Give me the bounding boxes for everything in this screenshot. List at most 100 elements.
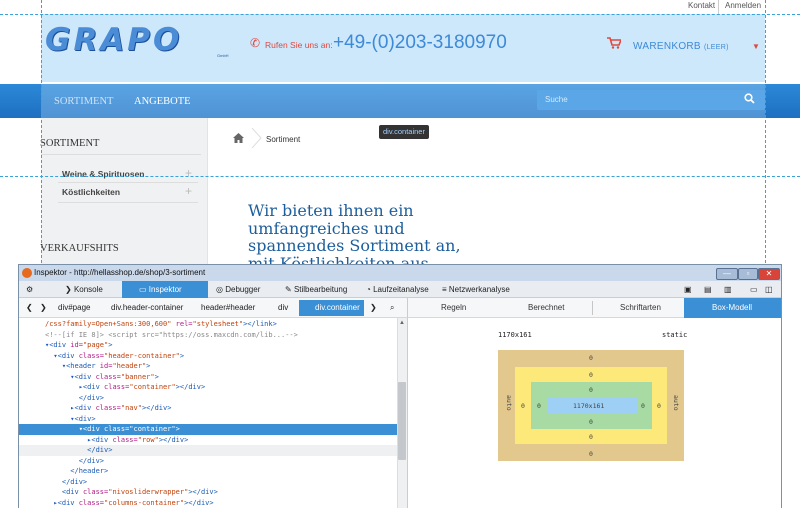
cart-icon[interactable] bbox=[607, 36, 623, 52]
markup-line[interactable]: </div> bbox=[19, 393, 397, 404]
search-input[interactable] bbox=[537, 90, 765, 110]
markup-token: rel= bbox=[171, 320, 193, 328]
markup-line[interactable]: </div> bbox=[19, 477, 397, 488]
guide-line bbox=[0, 14, 800, 15]
markup-view[interactable]: /css?family=Open+Sans:300,600" rel="styl… bbox=[19, 318, 397, 508]
content-size: 1170x161 bbox=[573, 402, 605, 410]
markup-token: class= bbox=[95, 372, 121, 381]
divider bbox=[592, 301, 593, 315]
markup-line[interactable]: </div> bbox=[19, 456, 397, 467]
markup-token: ▸<div bbox=[45, 383, 105, 391]
margin-top: 0 bbox=[589, 354, 593, 362]
markup-token: "page" bbox=[82, 341, 109, 349]
tab-laufzeitanalyse[interactable]: ◔ Laufzeitanalyse bbox=[366, 281, 429, 298]
search-icon[interactable] bbox=[744, 93, 755, 107]
scrollbar-thumb[interactable] bbox=[398, 382, 406, 460]
maximize-button[interactable]: ▫ bbox=[738, 268, 758, 280]
scroll-up-icon[interactable]: ▲ bbox=[399, 320, 405, 326]
markup-line[interactable]: ▾<div class="container"> bbox=[19, 424, 397, 435]
options-icon[interactable]: ▥ bbox=[724, 281, 732, 298]
responsive-icon[interactable]: ▣ bbox=[684, 281, 692, 298]
close-button[interactable]: ✕ bbox=[758, 268, 780, 280]
markup-line[interactable]: ▸<div class="row"></div> bbox=[19, 435, 397, 446]
markup-token: /css?family=Open+Sans:300,600" bbox=[45, 320, 172, 328]
window-title: Inspektor - http://hellasshop.de/shop/3-… bbox=[34, 268, 206, 277]
chevron-right-icon[interactable]: ❯ bbox=[40, 303, 47, 312]
tab-debugger[interactable]: ◎ Debugger bbox=[216, 281, 260, 298]
sidebar-item-weine[interactable]: Weine & Spirituosen bbox=[62, 169, 145, 179]
markup-line[interactable]: <!--[if IE 8]> <script src="https://oss.… bbox=[19, 330, 397, 341]
plus-icon[interactable]: + bbox=[185, 184, 192, 198]
crumb-container[interactable]: div.container bbox=[315, 303, 360, 312]
breadcrumb-separator bbox=[251, 128, 262, 148]
login-link[interactable]: Anmelden bbox=[725, 1, 761, 10]
phone-icon: ✆ bbox=[250, 36, 261, 50]
chevron-right-icon: ❯ bbox=[65, 285, 72, 294]
tab-label: Konsole bbox=[73, 285, 103, 294]
markup-token: > bbox=[146, 362, 151, 370]
markup-token: ></div> bbox=[175, 383, 206, 391]
crumb-header-container[interactable]: div.header-container bbox=[111, 303, 183, 312]
minimize-button[interactable]: — bbox=[716, 268, 738, 280]
sidebar-item-koestlichkeiten[interactable]: Köstlichkeiten bbox=[62, 187, 120, 197]
markup-token: "columns-container" bbox=[104, 498, 185, 507]
markup-token: "stylesheet" bbox=[192, 320, 244, 328]
markup-token: > bbox=[154, 372, 159, 381]
sidebar-title: SORTIMENT bbox=[40, 138, 100, 149]
cart-status: (LEER) bbox=[703, 44, 729, 51]
markup-line[interactable]: /css?family=Open+Sans:300,600" rel="styl… bbox=[19, 319, 397, 330]
markup-token: </header> bbox=[45, 467, 109, 475]
tab-berechnet[interactable]: Berechnet bbox=[528, 303, 564, 312]
search-icon[interactable]: ⌕ bbox=[390, 303, 394, 313]
logo[interactable]: GRAPO bbox=[45, 22, 182, 58]
crumb-page[interactable]: div#page bbox=[58, 303, 90, 312]
markup-line[interactable]: ▾<div id="page"> bbox=[19, 340, 397, 351]
tab-label: Inspektor bbox=[148, 285, 182, 294]
markup-line[interactable]: </div> bbox=[19, 445, 397, 456]
markup-token: </div> bbox=[45, 477, 88, 486]
tab-schriftarten[interactable]: Schriftarten bbox=[620, 303, 661, 312]
markup-token: "header" bbox=[112, 362, 147, 370]
markup-line[interactable]: ▾<header id="header"> bbox=[19, 361, 397, 372]
page-headline: Wir bieten ihnen ein umfangreiches und s… bbox=[248, 202, 461, 264]
chevron-left-icon[interactable]: ❮ bbox=[26, 303, 33, 312]
chevron-down-icon[interactable]: ▼ bbox=[752, 42, 760, 51]
guide-line bbox=[41, 0, 42, 268]
markup-line[interactable]: ▸<div class="container"></div> bbox=[19, 382, 397, 393]
chevron-right-icon[interactable]: ❯ bbox=[370, 303, 377, 312]
crumb-div[interactable]: div bbox=[278, 303, 288, 312]
tab-stilbearbeitung[interactable]: ✎ Stilbearbeitung bbox=[285, 281, 347, 298]
sidebar-title-bestsellers: VERKAUFSHITS bbox=[40, 243, 119, 254]
undock-icon[interactable]: ◫ bbox=[765, 281, 773, 298]
plus-icon[interactable]: + bbox=[185, 166, 192, 180]
nav-angebote[interactable]: ANGEBOTE bbox=[134, 96, 191, 107]
tab-konsole[interactable]: ❯ Konsole bbox=[65, 281, 103, 298]
markup-token: ></link> bbox=[243, 320, 277, 328]
markup-line[interactable]: ▾<div class="header-container"> bbox=[19, 351, 397, 362]
box-size: 1170x161 bbox=[498, 331, 532, 339]
markup-line[interactable]: ▾<div> bbox=[19, 414, 397, 425]
nav-sortiment[interactable]: SORTIMENT bbox=[54, 96, 113, 107]
cart-button[interactable]: WARENKORB (LEER) bbox=[633, 41, 729, 52]
tab-inspektor[interactable]: ▭ Inspektor bbox=[139, 281, 182, 298]
markup-line[interactable]: ▸<div class="nav"></div> bbox=[19, 403, 397, 414]
tab-box-modell[interactable]: Box-Modell bbox=[712, 303, 752, 312]
dock-icon[interactable]: ▭ bbox=[750, 281, 758, 298]
markup-token: ▾<div> bbox=[45, 414, 96, 423]
contact-link[interactable]: Kontakt bbox=[688, 1, 715, 10]
markup-line[interactable]: </header> bbox=[19, 466, 397, 477]
markup-line[interactable]: <div class="nivosliderwrapper"></div> bbox=[19, 487, 397, 498]
split-console-icon[interactable]: ▤ bbox=[704, 281, 712, 298]
home-icon[interactable] bbox=[233, 133, 244, 146]
style-editor-icon: ✎ bbox=[285, 285, 292, 294]
markup-line[interactable]: ▸<div class="columns-container"></div> bbox=[19, 498, 397, 508]
settings-icon[interactable]: ⚙ bbox=[26, 281, 33, 298]
logo-sub: GmbH bbox=[217, 53, 229, 58]
tab-netzwerkanalyse[interactable]: ≡ Netzwerkanalyse bbox=[442, 281, 510, 298]
tab-label: Netzwerkanalyse bbox=[448, 285, 510, 294]
markup-line[interactable]: ▾<div class="banner"> bbox=[19, 372, 397, 383]
tab-regeln[interactable]: Regeln bbox=[441, 303, 466, 312]
border-right: 0 bbox=[657, 402, 661, 410]
markup-token: class= bbox=[104, 383, 130, 391]
crumb-header[interactable]: header#header bbox=[201, 303, 255, 312]
